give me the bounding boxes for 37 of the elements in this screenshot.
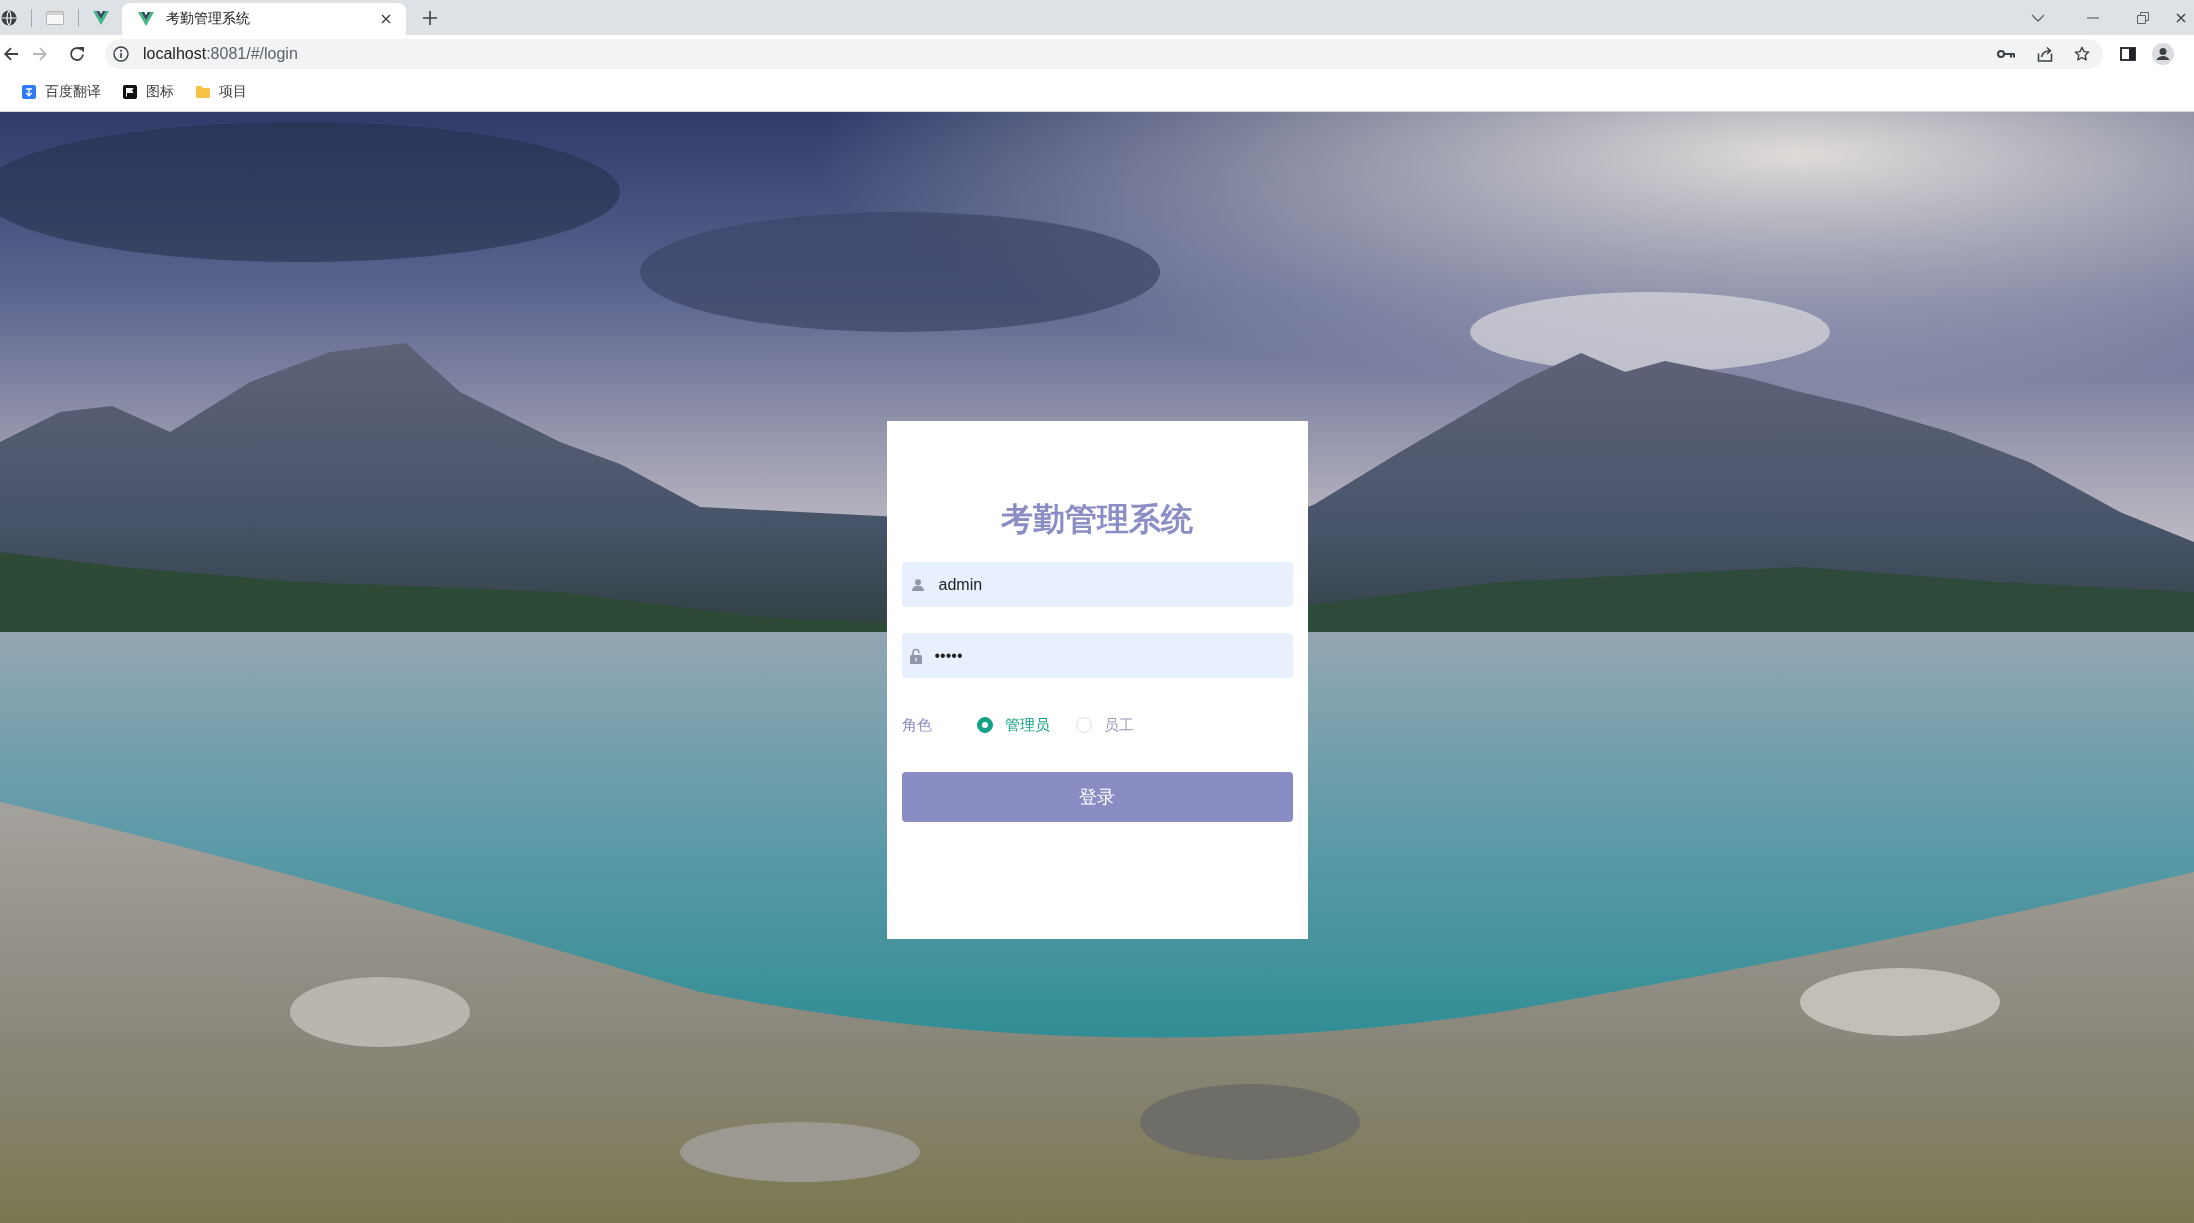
- bookmark-link[interactable]: 图标: [123, 82, 174, 101]
- star-icon: [2074, 45, 2090, 62]
- role-label: 角色: [901, 715, 932, 735]
- lock-icon: [909, 647, 922, 664]
- flag-icon: [123, 84, 137, 99]
- restore-icon: [2137, 11, 2149, 24]
- password-field[interactable]: •••••: [901, 633, 1293, 678]
- back-arrow-icon: [3, 45, 19, 62]
- minimize-icon: [2087, 16, 2099, 19]
- browser-tab[interactable]: 考勤管理系统: [122, 3, 406, 35]
- new-tab-button[interactable]: [421, 8, 439, 27]
- login-title: 考勤管理系统: [1000, 501, 1194, 537]
- profile-button[interactable]: [2152, 42, 2174, 65]
- tab-search-button[interactable]: [2031, 13, 2045, 22]
- v-logo-icon: [93, 10, 109, 25]
- chevron-down-icon: [2031, 13, 2045, 22]
- bookmark-link[interactable]: 百度翻译: [22, 82, 101, 101]
- forward-arrow-icon: [32, 45, 48, 62]
- info-icon: [113, 45, 129, 62]
- profile-avatar-icon: [2152, 42, 2174, 65]
- close-icon: [2176, 12, 2186, 23]
- square-logo-icon: [22, 84, 36, 99]
- globe-icon: [1, 9, 17, 26]
- bookmark-folder[interactable]: 项目: [196, 82, 247, 101]
- reload-icon: [69, 45, 85, 62]
- user-icon: [911, 578, 924, 591]
- folder-icon: [196, 85, 210, 98]
- window-icon: [46, 10, 64, 25]
- share-icon: [2037, 45, 2053, 62]
- radio-icon[interactable]: [976, 717, 993, 733]
- sidebar-icon: [2120, 46, 2136, 61]
- plus-icon: [423, 10, 437, 25]
- address-bar[interactable]: localhost:8081/#/login: [105, 38, 2103, 69]
- close-icon: [381, 14, 391, 24]
- v-logo-icon: [138, 12, 154, 26]
- key-icon: [1997, 48, 2015, 59]
- username-field[interactable]: admin: [901, 562, 1293, 607]
